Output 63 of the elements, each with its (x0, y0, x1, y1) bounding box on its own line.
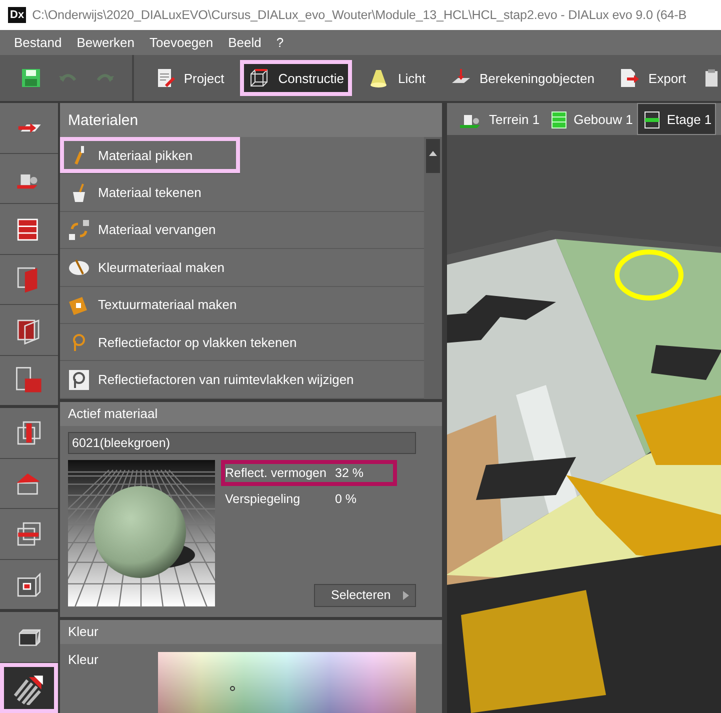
menu-item[interactable]: ? (276, 35, 284, 50)
panel-title: Materialen (60, 103, 442, 137)
mode-tab[interactable]: Berekeningobjecten (442, 60, 602, 96)
tool-button[interactable] (0, 305, 58, 354)
caret-icon (403, 590, 409, 600)
menu-item[interactable]: Beeld (228, 35, 262, 50)
menu-item[interactable]: Materiaal tekenen (60, 174, 424, 212)
material-name-field[interactable]: 6021(bleekgroen) (68, 432, 416, 454)
tool-button[interactable] (0, 560, 58, 610)
tool-button[interactable] (0, 663, 58, 713)
export-icon (618, 67, 640, 89)
select-button[interactable]: Selecteren (314, 584, 416, 607)
property-label: Verspiegeling (225, 492, 302, 506)
redo-icon (96, 73, 114, 83)
property-label: Reflect. vermogen (225, 466, 328, 480)
item-label: Materiaal tekenen (98, 185, 202, 200)
tool-button[interactable] (0, 408, 58, 458)
tab-label: Gebouw 1 (574, 112, 633, 126)
menu-item[interactable]: Bestand (14, 35, 62, 50)
menu-item[interactable]: Toevoegen (150, 35, 214, 50)
item-label: Textuurmateriaal maken (98, 297, 237, 312)
field-label: Kleur (68, 652, 100, 669)
menu-item[interactable]: Materiaal vervangen (60, 212, 424, 250)
save-icon (20, 67, 42, 89)
tab-label: Terrein 1 (489, 112, 540, 126)
mode-tab[interactable]: Project (146, 60, 232, 96)
view-tab[interactable]: Terrein 1 (451, 103, 544, 135)
menu-item[interactable]: Reflectiefactoren van ruimtevlakken wijzigen (60, 361, 424, 399)
app-logo: Dx (8, 7, 26, 23)
undo-icon (59, 73, 78, 83)
item-label: Materiaal pikken (98, 148, 193, 163)
menu-item[interactable]: Bewerken (76, 35, 135, 50)
item-label: Kleurmateriaal maken (98, 260, 224, 275)
tool-button[interactable] (0, 509, 58, 559)
menu-item[interactable]: Textuurmateriaal maken (60, 286, 424, 324)
tab-label: Etage 1 (666, 112, 712, 126)
mode-tab[interactable]: Export (610, 60, 694, 96)
up-arrow-icon (429, 151, 437, 156)
section-title: Actief materiaal (60, 402, 442, 426)
swap-icon (68, 218, 90, 241)
scrollbar-thumb[interactable] (426, 139, 440, 173)
menu-item[interactable]: Materiaal pikken (60, 137, 240, 174)
rho-box-icon (68, 368, 90, 391)
menu-item[interactable]: Reflectiefactor op vlakken tekenen (60, 324, 424, 362)
tool-button[interactable] (0, 612, 58, 662)
picker-handle[interactable] (230, 686, 235, 691)
tool-button[interactable] (0, 154, 58, 203)
property-value: 32 % (335, 466, 364, 480)
mode-tab[interactable]: Constructie (240, 60, 352, 96)
property-value: 0 % (335, 492, 357, 506)
mode-tab[interactable]: Licht (360, 60, 434, 96)
cube-icon (248, 67, 270, 89)
item-label: Materiaal vervangen (98, 222, 216, 238)
item-label: Reflectiefactoren van ruimtevlakken wijzigen (98, 372, 354, 388)
view-tab[interactable]: Gebouw 1 (544, 103, 637, 135)
section-title: Kleur (60, 620, 442, 644)
view-tab[interactable]: Etage 1 (636, 103, 716, 135)
tool-button[interactable] (0, 204, 58, 254)
room-icon (14, 365, 44, 396)
color-picker[interactable] (158, 652, 416, 713)
menu-item[interactable]: Kleurmateriaal maken (60, 249, 424, 287)
item-label: Reflectiefactor op vlakken tekenen (98, 334, 297, 350)
window-title: C:\Onderwijs\2020_DIALuxEVO\Cursus_DIALux_evo_Wouter\Module_13_HCL\HCL_stap2.evo - DIALux evo 9.0 (64-B (32, 8, 687, 22)
